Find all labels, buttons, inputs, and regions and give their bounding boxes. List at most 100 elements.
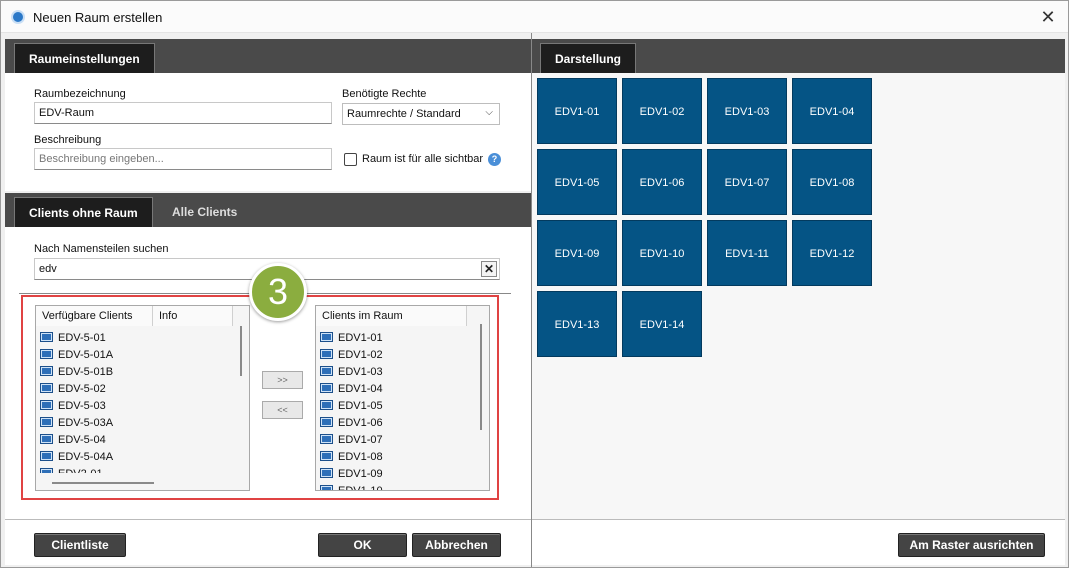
list-item-label: EDV-5-01A	[58, 349, 114, 361]
close-icon[interactable]: ✕	[1036, 5, 1060, 29]
room-tile[interactable]: EDV1-03	[707, 78, 787, 144]
room-tile[interactable]: EDV1-01	[537, 78, 617, 144]
room-tile[interactable]: EDV1-14	[622, 291, 702, 357]
room-tile[interactable]: EDV1-11	[707, 220, 787, 286]
list-item-label: EDV1-07	[338, 434, 383, 446]
tab-raumeinstellungen[interactable]: Raumeinstellungen	[14, 43, 155, 73]
tab-alle-clients[interactable]: Alle Clients	[158, 197, 251, 227]
clients-tab-bar: Clients ohne Raum Alle Clients	[5, 193, 531, 227]
available-items: EDV-5-01 EDV-5-01A EDV-5-01B EDV-5-02 EDV-5-…	[36, 330, 113, 473]
room-name-label: Raumbezeichnung	[34, 88, 126, 100]
settings-tab-bar: Raumeinstellungen	[5, 39, 531, 73]
computer-icon	[40, 332, 53, 342]
clients-panel: Nach Namensteilen suchen edv ✕ Verfügbar…	[5, 227, 531, 519]
list-item[interactable]: EDV1-03	[316, 364, 383, 381]
tab-clients-ohne-raum[interactable]: Clients ohne Raum	[14, 197, 153, 227]
list-item-label: EDV1-02	[338, 349, 383, 361]
right-column: Darstellung EDV1-01 EDV1-02 EDV1-03 EDV1-04…	[532, 39, 1065, 565]
vertical-scrollbar[interactable]	[240, 326, 242, 376]
list-item[interactable]: EDV1-09	[316, 466, 383, 483]
computer-icon	[40, 400, 53, 410]
room-items: EDV1-01 EDV1-02 EDV1-03 EDV1-04 EDV1-05 EDV1-…	[316, 330, 383, 490]
list-item[interactable]: EDV1-05	[316, 398, 383, 415]
display-tab-bar: Darstellung	[532, 39, 1065, 73]
list-item[interactable]: EDV-5-04	[36, 432, 113, 449]
column-header-room-clients[interactable]: Clients im Raum	[316, 306, 467, 326]
list-item[interactable]: EDV-5-04A	[36, 449, 113, 466]
help-icon[interactable]: ?	[488, 153, 501, 166]
cancel-button[interactable]: Abbrechen	[412, 533, 501, 557]
list-item[interactable]: EDV-5-01A	[36, 347, 113, 364]
list-item[interactable]: EDV1-06	[316, 415, 383, 432]
list-item[interactable]: EDV1-01	[316, 330, 383, 347]
list-item-label: EDV-5-02	[58, 383, 106, 395]
visible-checkbox[interactable]	[344, 153, 357, 166]
computer-icon	[40, 468, 53, 473]
rights-select[interactable]: Raumrechte / Standard ⌵	[342, 103, 500, 125]
list-item-label: EDV1-09	[338, 468, 383, 480]
ok-button[interactable]: OK	[318, 533, 407, 557]
room-name-input[interactable]: EDV-Raum	[34, 102, 332, 124]
column-header-clients[interactable]: Verfügbare Clients	[36, 306, 153, 326]
list-item-label: EDV-5-01	[58, 332, 106, 344]
list-item-label: EDV-5-03	[58, 400, 106, 412]
column-header-info[interactable]: Info	[153, 306, 233, 326]
room-tile[interactable]: EDV1-08	[792, 149, 872, 215]
description-input[interactable]: Beschreibung eingeben...	[34, 148, 332, 170]
tab-darstellung[interactable]: Darstellung	[540, 43, 637, 73]
computer-icon	[40, 451, 53, 461]
vertical-scrollbar[interactable]	[480, 324, 482, 430]
list-item-label: EDV2-01	[58, 468, 103, 473]
list-item[interactable]: EDV-5-01	[36, 330, 113, 347]
list-item-label: EDV1-10	[338, 485, 383, 490]
list-item[interactable]: EDV1-02	[316, 347, 383, 364]
list-item[interactable]: EDV1-04	[316, 381, 383, 398]
list-item-label: EDV1-01	[338, 332, 383, 344]
room-tile[interactable]: EDV1-05	[537, 149, 617, 215]
list-item[interactable]: EDV1-07	[316, 432, 383, 449]
room-tile[interactable]: EDV1-07	[707, 149, 787, 215]
horizontal-scrollbar[interactable]	[52, 482, 154, 484]
list-item[interactable]: EDV1-10	[316, 483, 383, 490]
list-item[interactable]: EDV2-01	[36, 466, 113, 473]
room-layout-canvas[interactable]: EDV1-01 EDV1-02 EDV1-03 EDV1-04 EDV1-05 EDV1-…	[532, 73, 1065, 519]
left-footer: Clientliste OK Abbrechen	[5, 519, 531, 565]
computer-icon	[320, 400, 333, 410]
list-item[interactable]: EDV-5-01B	[36, 364, 113, 381]
rights-label: Benötigte Rechte	[342, 88, 427, 100]
computer-icon	[40, 383, 53, 393]
list-item-label: EDV1-08	[338, 451, 383, 463]
available-clients-list[interactable]: Verfügbare Clients Info EDV-5-01 EDV-5-01…	[35, 305, 250, 491]
room-tile[interactable]: EDV1-12	[792, 220, 872, 286]
clear-search-icon[interactable]: ✕	[481, 261, 497, 277]
room-tile[interactable]: EDV1-10	[622, 220, 702, 286]
remove-from-room-button[interactable]: <<	[262, 401, 303, 419]
room-clients-list[interactable]: Clients im Raum EDV1-01 EDV1-02 EDV1-03 EDV…	[315, 305, 490, 491]
room-tile[interactable]: EDV1-09	[537, 220, 617, 286]
align-grid-button[interactable]: Am Raster ausrichten	[898, 533, 1045, 557]
computer-icon	[320, 451, 333, 461]
room-tile[interactable]: EDV1-02	[622, 78, 702, 144]
list-item-label: EDV1-03	[338, 366, 383, 378]
list-item[interactable]: EDV1-08	[316, 449, 383, 466]
room-tile[interactable]: EDV1-13	[537, 291, 617, 357]
computer-icon	[40, 349, 53, 359]
room-tile[interactable]: EDV1-04	[792, 78, 872, 144]
list-item[interactable]: EDV-5-03A	[36, 415, 113, 432]
room-items-clip: EDV1-01 EDV1-02 EDV1-03 EDV1-04 EDV1-05 EDV1-…	[316, 330, 476, 490]
list-item-label: EDV1-06	[338, 417, 383, 429]
description-label: Beschreibung	[34, 134, 102, 146]
computer-icon	[320, 485, 333, 490]
settings-panel: Raumbezeichnung EDV-Raum Benötigte Recht…	[5, 73, 531, 191]
list-item[interactable]: EDV-5-03	[36, 398, 113, 415]
available-items-clip: EDV-5-01 EDV-5-01A EDV-5-01B EDV-5-02 EDV-5-…	[36, 330, 236, 473]
computer-icon	[320, 468, 333, 478]
clientlist-button[interactable]: Clientliste	[34, 533, 126, 557]
title-bar: Neuen Raum erstellen ✕	[1, 1, 1068, 33]
room-tile[interactable]: EDV1-06	[622, 149, 702, 215]
list-item[interactable]: EDV-5-02	[36, 381, 113, 398]
list-item-label: EDV-5-04A	[58, 451, 114, 463]
list-item-label: EDV1-04	[338, 383, 383, 395]
add-to-room-button[interactable]: >>	[262, 371, 303, 389]
computer-icon	[40, 366, 53, 376]
